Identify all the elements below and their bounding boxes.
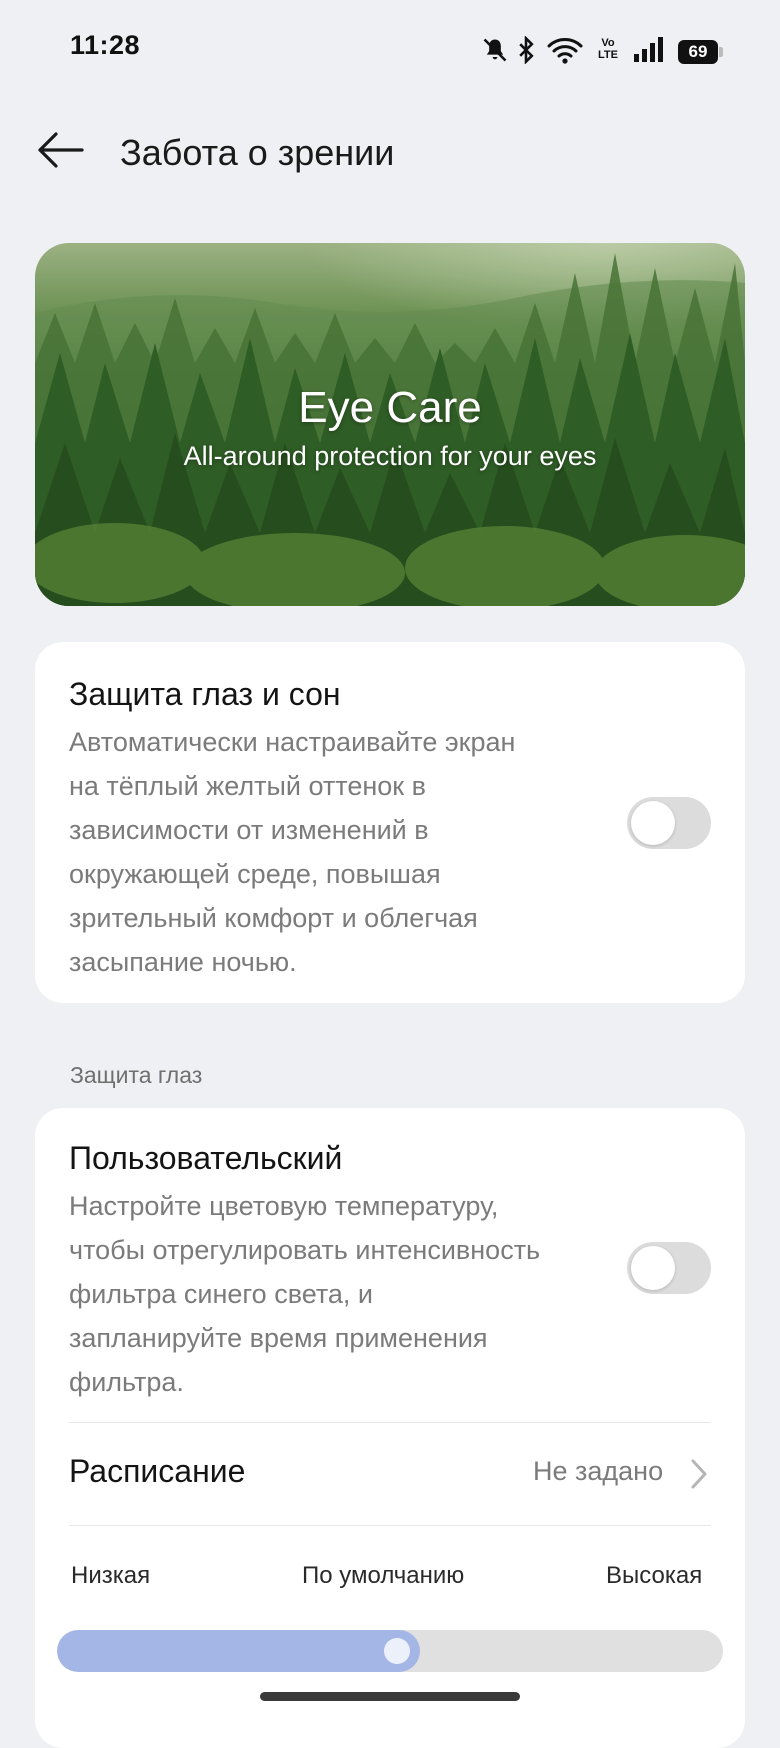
intensity-slider-fill: [57, 1630, 420, 1672]
custom-description: Настройте цветовую температуру, чтобы от…: [69, 1191, 541, 1397]
custom-toggle[interactable]: [627, 1242, 711, 1294]
banner-title: Eye Care: [298, 383, 482, 432]
banner-subtitle: All-around protection for your eyes: [183, 441, 597, 471]
schedule-label: Расписание: [69, 1453, 246, 1489]
section-label: Защита глаз: [70, 1062, 203, 1088]
intensity-high-label: Высокая: [606, 1562, 703, 1589]
divider: [69, 1525, 711, 1526]
volte-icon: Vo LTE: [598, 37, 618, 61]
schedule-row[interactable]: Расписание Не задано: [35, 1423, 745, 1525]
intensity-slider-knob[interactable]: [384, 1638, 410, 1664]
signal-icon: [632, 34, 666, 66]
wifi-icon: [545, 34, 585, 66]
chevron-right-icon: [691, 1459, 707, 1489]
eye-sleep-card: Защита глаз и сон Автоматически настраив…: [35, 642, 745, 1003]
bell-muted-icon: [480, 34, 510, 66]
custom-title: Пользовательский: [69, 1140, 343, 1176]
bluetooth-icon: [514, 34, 538, 66]
battery-level: 69: [678, 40, 718, 64]
status-time: 11:28: [70, 30, 141, 60]
eye-care-banner: Eye Care All-around protection for your …: [35, 243, 745, 606]
eye-sleep-description: Автоматически настраивайте экран на тёпл…: [69, 727, 516, 977]
arrow-left-icon: [38, 132, 84, 168]
home-indicator[interactable]: [260, 1692, 520, 1701]
back-button[interactable]: [32, 128, 92, 178]
intensity-slider[interactable]: [57, 1630, 723, 1672]
eye-sleep-toggle[interactable]: [627, 797, 711, 849]
eye-sleep-title: Защита глаз и сон: [69, 676, 341, 712]
intensity-low-label: Низкая: [71, 1562, 151, 1589]
battery-indicator: 69: [678, 40, 724, 64]
page-title: Забота о зрении: [120, 132, 395, 173]
schedule-value: Не задано: [533, 1456, 664, 1486]
intensity-default-label: По умолчанию: [302, 1562, 465, 1589]
